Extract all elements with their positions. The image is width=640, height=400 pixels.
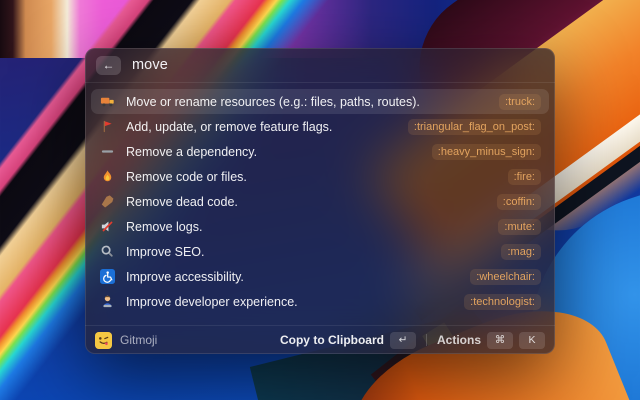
item-code-badge: :wheelchair:	[470, 269, 541, 285]
item-label: Improve SEO.	[126, 245, 205, 259]
wheelchair-emoji-icon	[99, 269, 115, 285]
k-keycap: K	[519, 332, 545, 349]
gitmoji-item[interactable]: Remove logs. :mute:	[91, 214, 549, 239]
gitmoji-item[interactable]: Remove dead code. :coffin:	[91, 189, 549, 214]
gitmoji-item[interactable]: Improve SEO. :mag:	[91, 239, 549, 264]
cmd-keycap: ⌘	[487, 332, 513, 349]
footer-actions: Copy to Clipboard ↵ Actions ⌘ K	[280, 332, 545, 349]
primary-action-label[interactable]: Copy to Clipboard	[280, 333, 384, 347]
back-button[interactable]: ←	[96, 56, 121, 75]
item-code-badge: :truck:	[499, 94, 541, 110]
item-label: Remove dead code.	[126, 195, 238, 209]
gitmoji-logo-icon	[95, 332, 112, 349]
item-label: Add, update, or remove feature flags.	[126, 120, 332, 134]
triangular-flag-emoji-icon	[99, 119, 115, 135]
gitmoji-item[interactable]: Improve developer experience. :technologi…	[91, 289, 549, 314]
search-input[interactable]: move	[132, 57, 168, 73]
actions-label[interactable]: Actions	[437, 333, 481, 347]
gitmoji-item[interactable]: Remove code or files. :fire:	[91, 164, 549, 189]
item-code-badge: :coffin:	[497, 194, 541, 210]
app-name: Gitmoji	[120, 333, 157, 347]
search-bar: ← move	[85, 48, 555, 83]
item-code-badge: :mute:	[498, 219, 541, 235]
item-label: Move or rename resources (e.g.: files, p…	[126, 95, 420, 109]
gitmoji-item[interactable]: Improve accessibility. :wheelchair:	[91, 264, 549, 289]
item-code-badge: :fire:	[508, 169, 541, 185]
gitmoji-item[interactable]: Move or rename resources (e.g.: files, p…	[91, 89, 549, 114]
footer-divider	[426, 334, 427, 346]
item-code-badge: :heavy_minus_sign:	[432, 144, 541, 160]
results-list: Move or rename resources (e.g.: files, p…	[85, 83, 555, 325]
enter-keycap: ↵	[390, 332, 416, 349]
item-code-badge: :triangular_flag_on_post:	[408, 119, 541, 135]
footer-app-info: Gitmoji	[95, 332, 157, 349]
item-label: Improve accessibility.	[126, 270, 244, 284]
gitmoji-item[interactable]: Add, update, or remove feature flags. :tr…	[91, 114, 549, 139]
gitmoji-command-window: ← move Move or rename resources (e.g.: f…	[85, 48, 555, 354]
coffin-emoji-icon	[99, 194, 115, 210]
footer: Gitmoji Copy to Clipboard ↵ Actions ⌘ K	[85, 325, 555, 354]
truck-emoji-icon	[99, 94, 115, 110]
item-code-badge: :mag:	[501, 244, 541, 260]
heavy-minus-emoji-icon	[99, 144, 115, 160]
fire-emoji-icon	[99, 169, 115, 185]
technologist-emoji-icon	[99, 294, 115, 310]
item-code-badge: :technologist:	[464, 294, 541, 310]
mag-emoji-icon	[99, 244, 115, 260]
item-label: Improve developer experience.	[126, 295, 298, 309]
item-label: Remove a dependency.	[126, 145, 257, 159]
back-arrow-icon: ←	[103, 59, 115, 71]
item-label: Remove code or files.	[126, 170, 247, 184]
gitmoji-item[interactable]: Remove a dependency. :heavy_minus_sign:	[91, 139, 549, 164]
item-label: Remove logs.	[126, 220, 202, 234]
desktop: ← move Move or rename resources (e.g.: f…	[0, 0, 640, 400]
mute-emoji-icon	[99, 219, 115, 235]
